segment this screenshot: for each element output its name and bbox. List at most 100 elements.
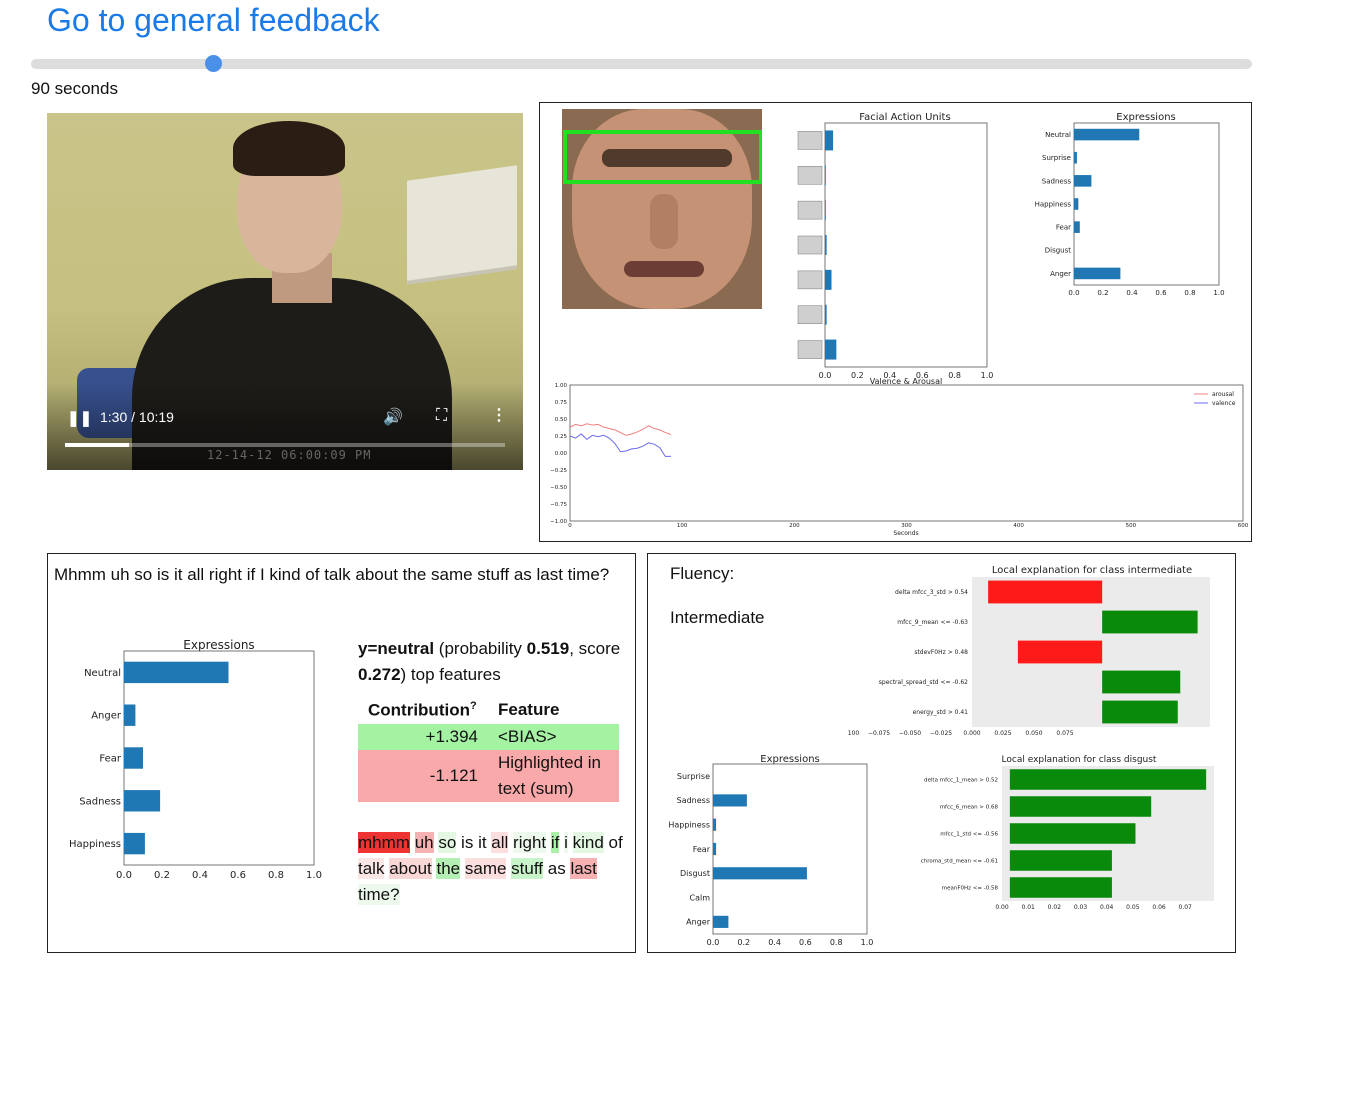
tick-label: 0.01	[1021, 904, 1035, 911]
video-player[interactable]: 12-14-12 06:00:09 PM ❚❚ 1:30 / 10:19 🔊 ⛶…	[47, 113, 523, 470]
tick-label: 0.0	[707, 938, 720, 947]
category-label: Happiness	[1035, 200, 1072, 208]
va-legend: arousal valence	[1194, 391, 1236, 407]
au-bar	[825, 235, 827, 255]
fullscreen-icon[interactable]: ⛶	[436, 407, 447, 425]
tick-label: 0.05	[1126, 904, 1140, 911]
tick-label: 0.2	[154, 870, 170, 881]
video-progress-fill	[65, 443, 129, 447]
lime-intermediate-chart: Local explanation for class intermediate…	[848, 565, 1210, 737]
transcript-expressions-bars: Neutral Anger Fear Sadness Happiness 0.0 0.2 0.…	[69, 661, 322, 881]
bar	[1074, 221, 1080, 233]
face-mouth	[624, 261, 704, 277]
tick-label: 0.000	[963, 730, 980, 737]
feature-label: mfcc_1_std <= -0.56	[940, 832, 998, 838]
highlighted-word: so	[438, 832, 457, 853]
fau-axes	[824, 122, 988, 368]
feature-label: spectral_spread_std <= -0.62	[879, 679, 968, 686]
va-ytick: −0.75	[550, 502, 567, 508]
general-feedback-link[interactable]: Go to general feedback	[47, 2, 380, 39]
video-frame-hair	[233, 121, 345, 176]
va-ytick: −1.00	[550, 519, 567, 525]
arousal-line	[569, 423, 672, 436]
contribution-help-icon[interactable]: ?	[470, 700, 477, 712]
category-label: Neutral	[1045, 131, 1071, 139]
highlighted-word: all	[491, 832, 509, 853]
tick-label: 1.0	[306, 870, 322, 881]
au-bar	[825, 130, 834, 151]
tick-label: 0.6	[230, 870, 246, 881]
category-label: Fear	[693, 845, 711, 854]
tick-label: 0.04	[1100, 904, 1114, 911]
tick-label: 0.4	[768, 938, 781, 947]
au-bar	[825, 200, 826, 221]
category-label: Surprise	[677, 772, 710, 781]
va-ytick: 0.25	[555, 434, 568, 440]
prediction-text-1: (probability	[434, 639, 527, 658]
category-label: Disgust	[1045, 247, 1072, 255]
more-options-icon[interactable]: ⋮	[491, 405, 507, 425]
prediction-label: y=neutral	[358, 639, 435, 658]
bar	[124, 704, 136, 726]
au-thumbnail	[797, 165, 823, 185]
transcript-sentence: Mhmm uh so is it all right if I kind of …	[54, 565, 610, 584]
tick-label: 0.4	[192, 870, 208, 881]
highlighted-word: time?	[358, 884, 400, 905]
category-label: Happiness	[69, 839, 121, 850]
bar	[124, 661, 229, 684]
bar	[713, 794, 747, 807]
au-bar	[825, 339, 837, 360]
tick-label: 0.8	[1184, 289, 1195, 297]
tick-label: 0.06	[1152, 904, 1166, 911]
fau-bars	[825, 130, 837, 360]
highlighted-transcript: mhmm uh so is it all right if i kind of …	[358, 830, 628, 908]
timeline-slider-thumb[interactable]	[205, 55, 222, 72]
video-progress-bar[interactable]	[65, 443, 505, 447]
volume-icon[interactable]: 🔊	[383, 407, 403, 427]
lime-intermediate-title: Local explanation for class intermediate	[992, 565, 1192, 576]
eye-region-box	[563, 130, 762, 184]
tick-label: 1.0	[861, 938, 874, 947]
tick-label: 0.6	[1155, 289, 1167, 297]
highlighted-word: mhmm	[358, 832, 410, 853]
fluency-expressions-chart: Expressions Surprise Sadness Happiness Fear…	[668, 754, 873, 947]
category-label: Anger	[91, 711, 122, 722]
lime-bar	[988, 580, 1103, 604]
va-axes	[569, 384, 1244, 522]
highlighted-word: stuff	[511, 858, 543, 879]
prediction-text-3: ) top features	[400, 665, 501, 684]
au-thumbnail	[797, 305, 823, 325]
bar	[713, 915, 729, 928]
bar	[124, 832, 145, 855]
tick-label: 0.0	[1068, 289, 1079, 297]
transcript-panel: Mhmm uh so is it all right if I kind of …	[47, 553, 636, 953]
va-xtick: 100	[677, 523, 688, 529]
fluency-expressions-bars: Surprise Sadness Happiness Fear Disgust Calm A…	[668, 772, 873, 947]
highlighted-word: about	[389, 858, 432, 879]
valence-line	[569, 433, 671, 457]
highlighted-word: if	[550, 832, 560, 853]
fluency-title: Fluency:	[670, 564, 735, 583]
tick-label: 1.0	[1213, 289, 1224, 297]
au-thumbnail	[797, 235, 823, 255]
lime-bar	[1009, 850, 1112, 871]
highlighted-word: i	[564, 832, 568, 853]
transcript-expressions-title: Expressions	[183, 638, 254, 652]
au-bar	[825, 165, 826, 186]
table-row: +1.394 <BIAS>	[358, 724, 619, 750]
category-label: Fear	[1056, 224, 1071, 232]
category-label: Fear	[99, 754, 121, 765]
au-bar	[825, 304, 827, 325]
category-label: Sadness	[1042, 177, 1072, 185]
highlighted-word: the	[436, 858, 461, 879]
pause-icon[interactable]: ❚❚	[67, 409, 92, 427]
lime-bar	[1009, 877, 1112, 898]
table-row: -1.121 Highlighted in text (sum)	[358, 750, 619, 802]
bar	[1074, 151, 1077, 164]
feature-label: mfcc_9_mean <= -0.63	[897, 619, 968, 626]
va-xlabel: Seconds	[893, 530, 918, 537]
contribution-value: +1.394	[358, 724, 488, 750]
tick-label: −0.050	[899, 730, 921, 737]
bar	[1074, 175, 1092, 187]
lime-disgust-title: Local explanation for class disgust	[1002, 755, 1157, 765]
